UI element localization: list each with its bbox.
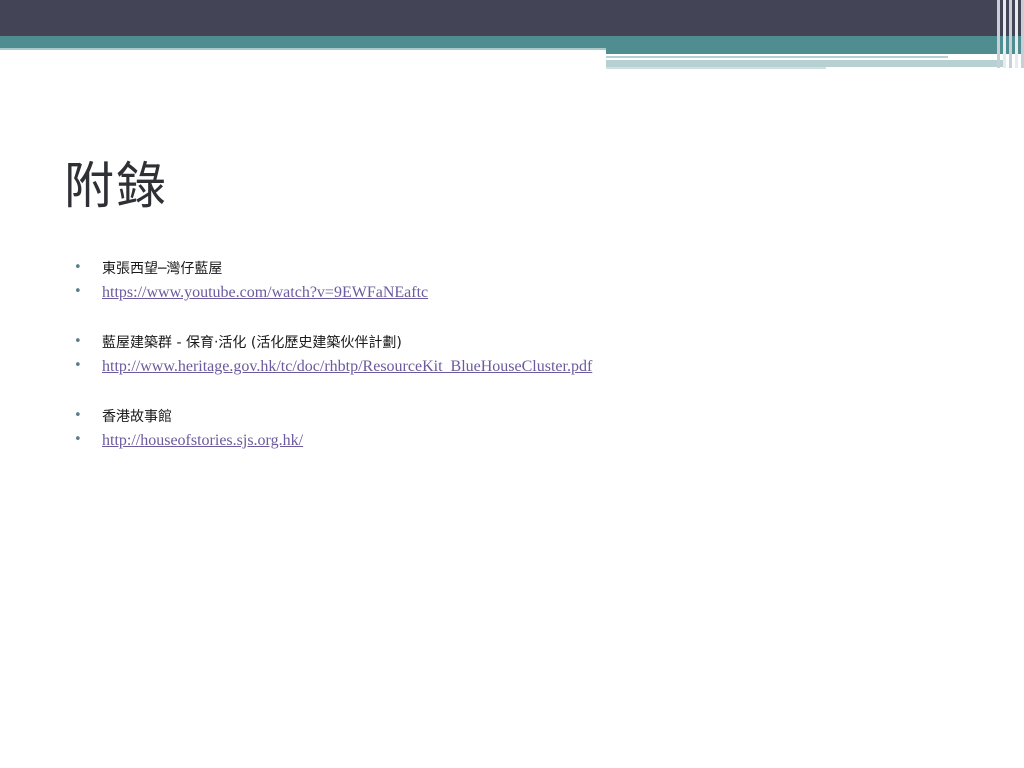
stripe <box>1015 0 1018 68</box>
slide-title: 附錄 <box>64 157 168 215</box>
bullet-icon: • <box>74 358 82 373</box>
bullet-icon: • <box>74 432 82 447</box>
item-text: 香港故事館 <box>102 409 172 425</box>
header-band-right-teal <box>606 44 1024 54</box>
stripe <box>1003 0 1006 68</box>
youtube-link[interactable]: https://www.youtube.com/watch?v=9EWFaNEa… <box>102 284 428 301</box>
header-band-dark <box>0 0 1024 36</box>
list-item: • http://www.heritage.gov.hk/tc/doc/rhbt… <box>74 354 974 378</box>
slide-content: • 東張西望─灣仔藍屋 • https://www.youtube.com/wa… <box>74 256 974 452</box>
list-item: • 東張西望─灣仔藍屋 <box>74 256 974 280</box>
header-band-right-line <box>606 56 948 58</box>
stripe <box>1009 0 1012 68</box>
list-item: • http://houseofstories.sjs.org.hk/ <box>74 428 974 452</box>
header-band-right-line <box>606 60 1006 67</box>
bullet-icon: • <box>74 284 82 299</box>
bullet-icon: • <box>74 260 82 275</box>
list-item: • 香港故事館 <box>74 404 974 428</box>
bullet-icon: • <box>74 334 82 349</box>
header-band-light <box>0 48 606 50</box>
slide: 附錄 • 東張西望─灣仔藍屋 • https://www.youtube.com… <box>0 0 1024 768</box>
bullet-list: • 東張西望─灣仔藍屋 • https://www.youtube.com/wa… <box>74 256 974 452</box>
stripe <box>997 0 1000 68</box>
item-text: 藍屋建築群 - 保育‧活化 (活化歷史建築伙伴計劃) <box>102 335 402 351</box>
list-item: • https://www.youtube.com/watch?v=9EWFaN… <box>74 280 974 304</box>
header-band-right-line <box>606 67 826 69</box>
bullet-icon: • <box>74 408 82 423</box>
header-stripes <box>990 0 1024 68</box>
list-item: • 藍屋建築群 - 保育‧活化 (活化歷史建築伙伴計劃) <box>74 330 974 354</box>
heritage-pdf-link[interactable]: http://www.heritage.gov.hk/tc/doc/rhbtp/… <box>102 358 592 375</box>
house-of-stories-link[interactable]: http://houseofstories.sjs.org.hk/ <box>102 432 303 449</box>
item-text: 東張西望─灣仔藍屋 <box>102 261 223 277</box>
